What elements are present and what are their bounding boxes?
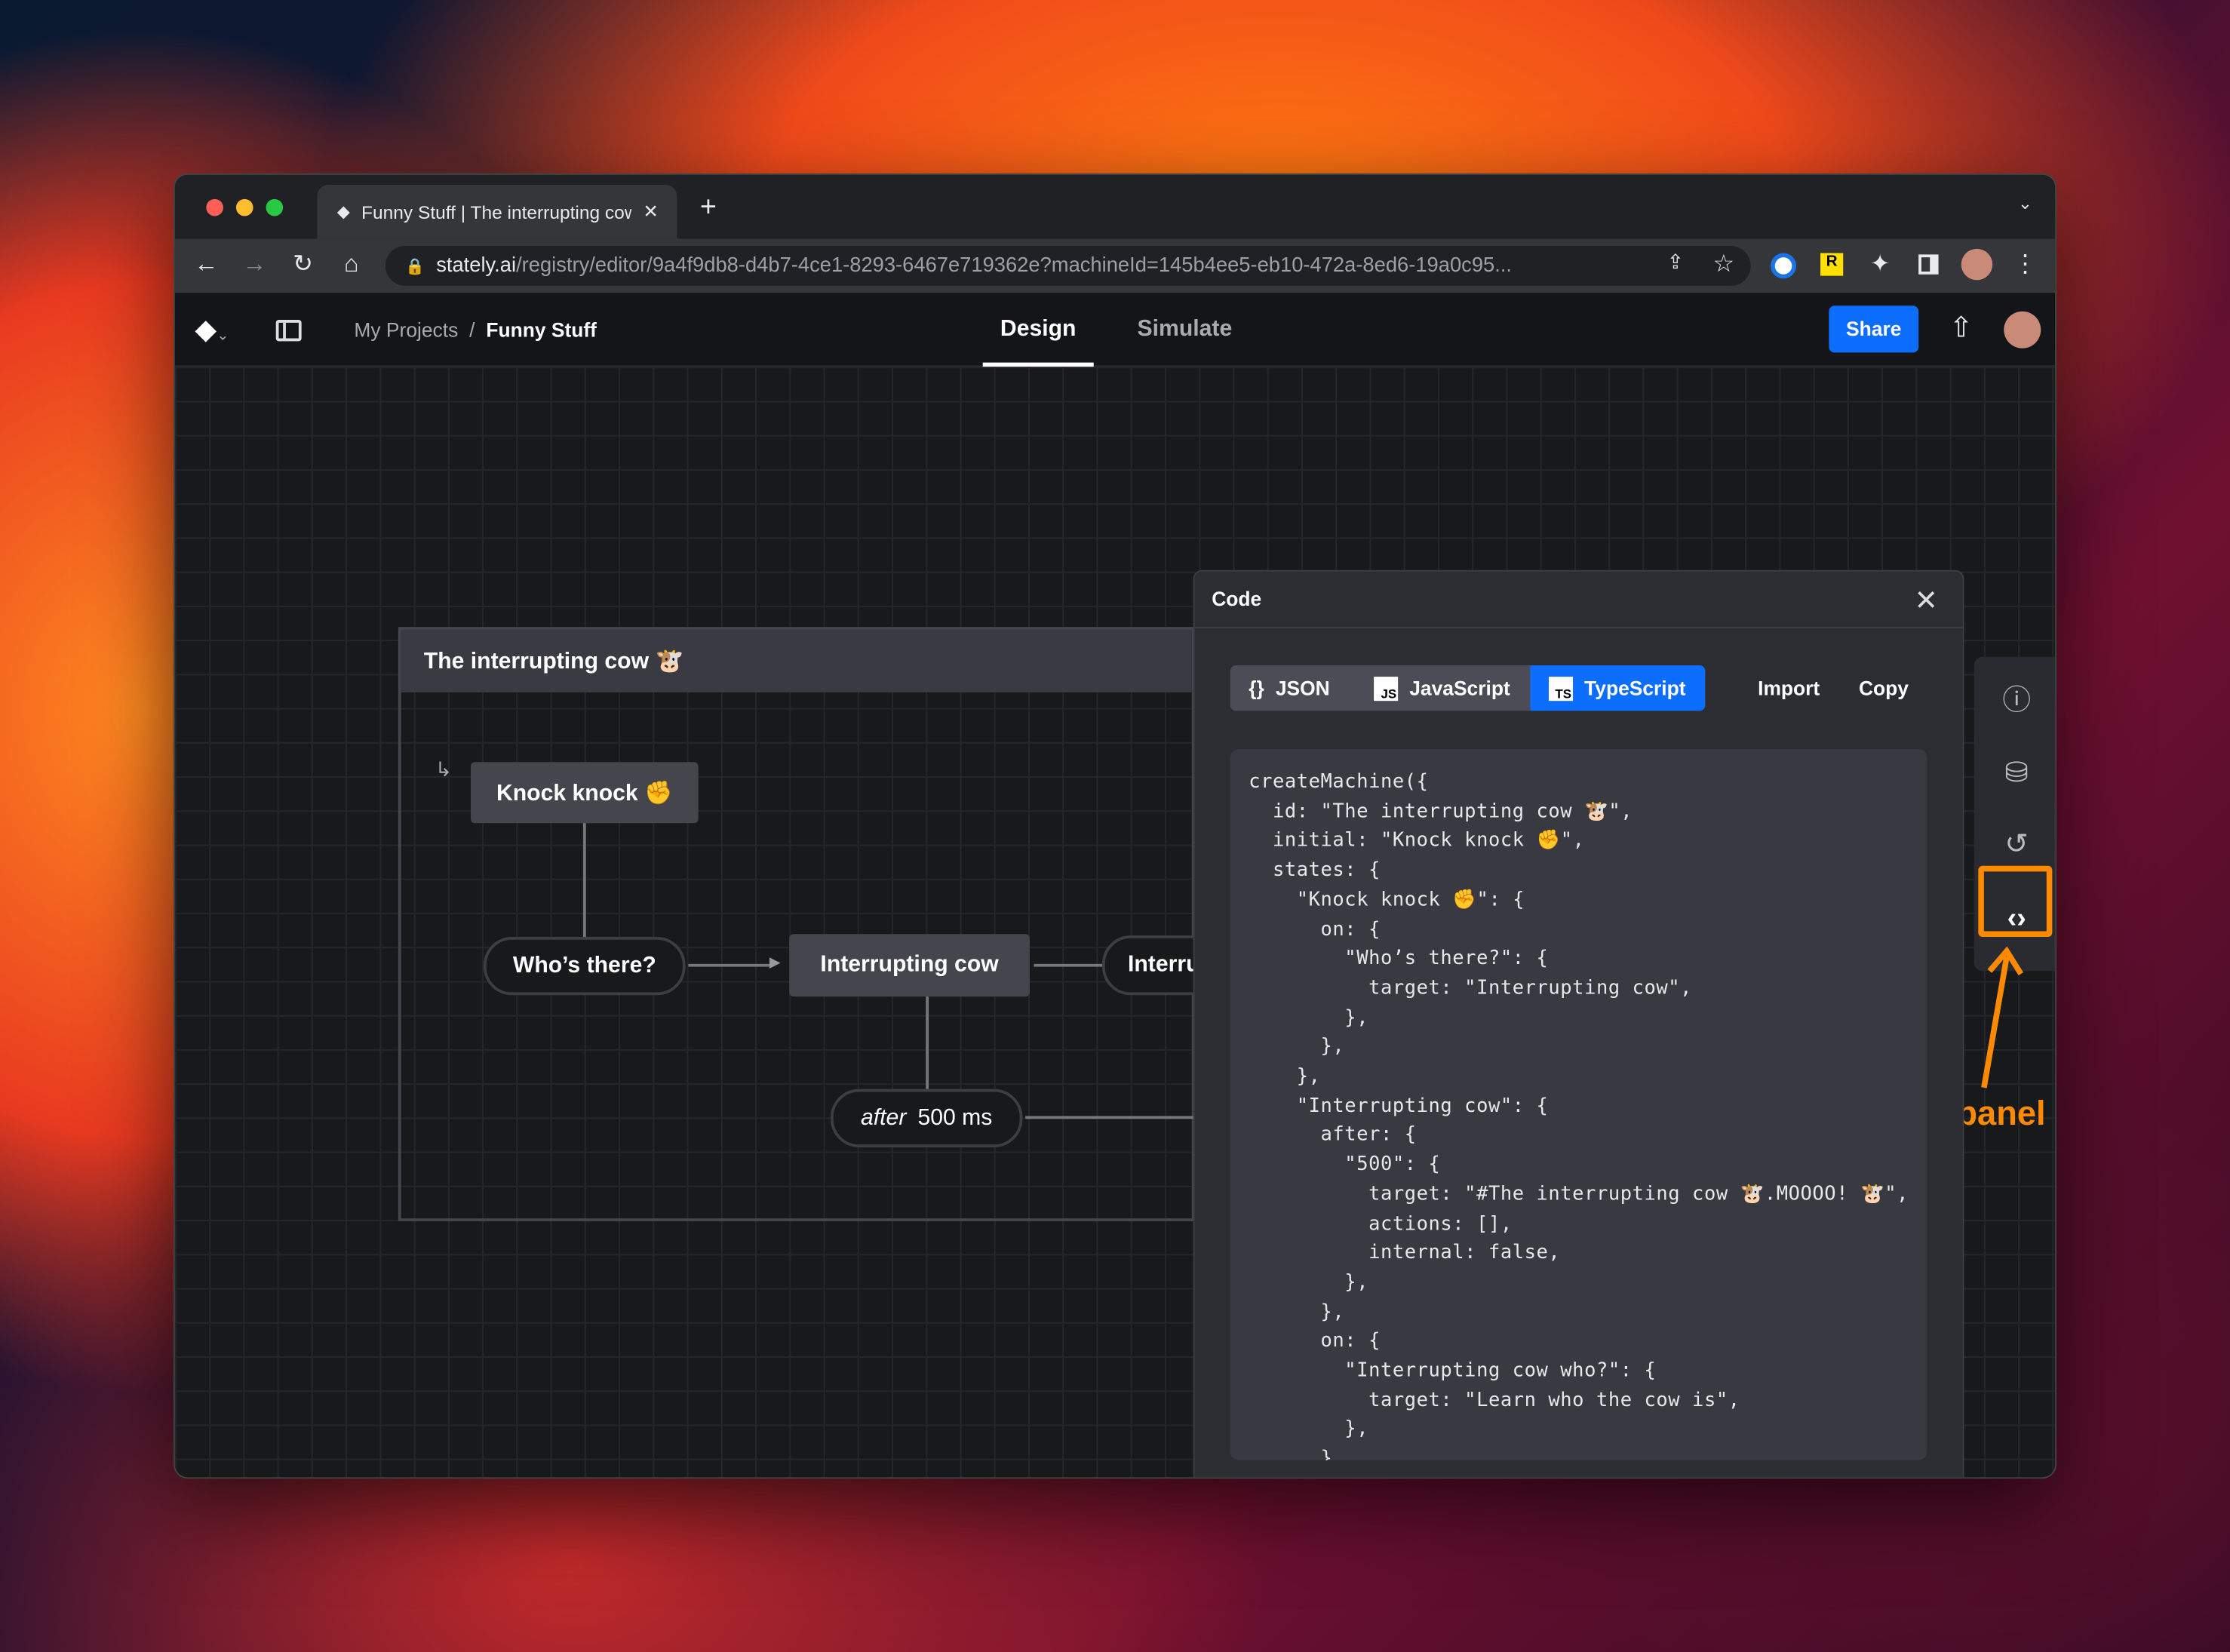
annotation-arrow-icon bbox=[1981, 946, 2024, 1089]
info-icon[interactable]: ⓘ bbox=[2000, 684, 2034, 718]
url-domain: stately.ai bbox=[436, 254, 517, 278]
address-bar-row: ← → ↻ ⌂ 🔒 stately.ai/registry/editor/9a4… bbox=[174, 238, 2056, 293]
reload-icon[interactable]: ↻ bbox=[287, 250, 318, 279]
breadcrumb: My Projects / Funny Stuff bbox=[354, 318, 597, 341]
extensions-puzzle-icon[interactable]: ✦ bbox=[1864, 250, 1895, 279]
stately-favicon-icon: ⬥ bbox=[336, 200, 350, 223]
arrowhead-icon: ▶ bbox=[769, 955, 781, 972]
format-javascript-label: JavaScript bbox=[1409, 677, 1510, 700]
share-page-icon[interactable]: ⇪ bbox=[1660, 250, 1691, 275]
format-javascript[interactable]: JS JavaScript bbox=[1356, 665, 1531, 711]
format-typescript[interactable]: TS TypeScript bbox=[1530, 665, 1706, 711]
tab-design-label: Design bbox=[1000, 317, 1077, 342]
state-knock-knock[interactable]: Knock knock ✊ bbox=[471, 762, 699, 824]
tab-title: Funny Stuff | The interrupting cow bbox=[361, 201, 632, 223]
tab-list-chevron-icon[interactable]: ⌄ bbox=[2010, 193, 2041, 213]
code-highlight-box bbox=[1978, 865, 2053, 938]
code-block[interactable]: createMachine({ id: "The interrupting co… bbox=[1230, 749, 1927, 1460]
transition-line bbox=[926, 996, 929, 1089]
event-whos-there[interactable]: Who’s there? bbox=[483, 937, 686, 996]
url-input[interactable]: 🔒 stately.ai/registry/editor/9a4f9db8-d4… bbox=[385, 246, 1751, 286]
tab-bar: ⬥ Funny Stuff | The interrupting cow ✕ +… bbox=[174, 174, 2056, 239]
user-avatar[interactable] bbox=[2004, 311, 2041, 349]
after-keyword: after bbox=[861, 1105, 907, 1130]
format-switcher: {} JSON JS JavaScript TS TypeScript bbox=[1230, 665, 1706, 711]
browser-window: ⬥ Funny Stuff | The interrupting cow ✕ +… bbox=[173, 173, 2056, 1479]
breadcrumb-my-projects[interactable]: My Projects bbox=[354, 318, 458, 341]
breadcrumb-separator: / bbox=[469, 318, 475, 342]
maximize-window-button[interactable] bbox=[266, 198, 284, 216]
transition-line bbox=[1034, 963, 1103, 967]
back-icon[interactable]: ← bbox=[191, 250, 222, 279]
browser-tab[interactable]: ⬥ Funny Stuff | The interrupting cow ✕ bbox=[317, 185, 677, 239]
import-button[interactable]: Import bbox=[1758, 677, 1820, 699]
side-panel-icon[interactable] bbox=[1918, 254, 1939, 275]
code-text: createMachine({ id: "The interrupting co… bbox=[1249, 770, 1909, 1460]
password-extension-icon[interactable] bbox=[1771, 253, 1797, 279]
r-extension-icon[interactable]: R bbox=[1820, 253, 1844, 276]
format-json[interactable]: {} JSON bbox=[1230, 665, 1356, 711]
event-after-500ms[interactable]: after 500 ms bbox=[830, 1089, 1023, 1147]
format-json-label: JSON bbox=[1275, 677, 1330, 700]
transition-line bbox=[1025, 1116, 1196, 1119]
browser-menu-icon[interactable]: ⋮ bbox=[2010, 250, 2041, 279]
toggle-sidebar-icon[interactable] bbox=[275, 320, 302, 342]
app-header: ⬥⌄ My Projects / Funny Stuff Design Simu… bbox=[174, 293, 2056, 367]
close-panel-icon[interactable]: ✕ bbox=[1914, 583, 1938, 619]
close-tab-icon[interactable]: ✕ bbox=[643, 201, 659, 223]
close-window-button[interactable] bbox=[206, 198, 223, 216]
ts-icon: TS bbox=[1548, 676, 1574, 701]
lock-icon: 🔒 bbox=[405, 258, 425, 275]
tab-simulate[interactable]: Simulate bbox=[1128, 293, 1242, 367]
transition-line bbox=[688, 963, 774, 967]
parent-state-title: The interrupting cow 🐮 bbox=[401, 629, 1192, 692]
copy-button[interactable]: Copy bbox=[1859, 677, 1909, 699]
new-tab-icon[interactable]: + bbox=[693, 192, 723, 224]
profile-avatar[interactable] bbox=[1961, 248, 1993, 281]
format-typescript-label: TypeScript bbox=[1584, 677, 1686, 700]
bookmark-star-icon[interactable]: ☆ bbox=[1708, 250, 1739, 279]
after-delay: 500 ms bbox=[917, 1105, 993, 1130]
state-interrupting-cow[interactable]: Interrupting cow bbox=[789, 934, 1030, 997]
js-icon: JS bbox=[1374, 676, 1399, 701]
forward-icon[interactable]: → bbox=[239, 250, 270, 279]
url-path: /registry/editor/9a4f9db8-d4b7-4ce1-8293… bbox=[516, 254, 1513, 278]
breadcrumb-current[interactable]: Funny Stuff bbox=[486, 318, 597, 341]
tab-simulate-label: Simulate bbox=[1137, 317, 1233, 342]
home-icon[interactable]: ⌂ bbox=[336, 250, 367, 279]
minimize-window-button[interactable] bbox=[235, 198, 253, 216]
initial-state-arrow-icon: ↳ bbox=[435, 757, 452, 781]
database-icon[interactable]: ⛁ bbox=[2000, 757, 2034, 791]
share-button[interactable]: Share bbox=[1829, 306, 1919, 353]
braces-icon: {} bbox=[1249, 677, 1264, 700]
tab-design[interactable]: Design bbox=[982, 293, 1094, 367]
code-panel-title: Code bbox=[1212, 587, 1262, 610]
parent-state[interactable]: The interrupting cow 🐮 bbox=[398, 627, 1195, 1221]
code-panel: Code ✕ {} JSON JS JavaScript TS TypeScript … bbox=[1193, 570, 1964, 1478]
history-icon[interactable]: ↺ bbox=[2000, 828, 2034, 861]
stately-logo-icon[interactable]: ⬥⌄ bbox=[195, 312, 229, 349]
transition-line bbox=[582, 823, 586, 938]
export-upload-icon[interactable]: ⇧ bbox=[1946, 310, 1977, 345]
